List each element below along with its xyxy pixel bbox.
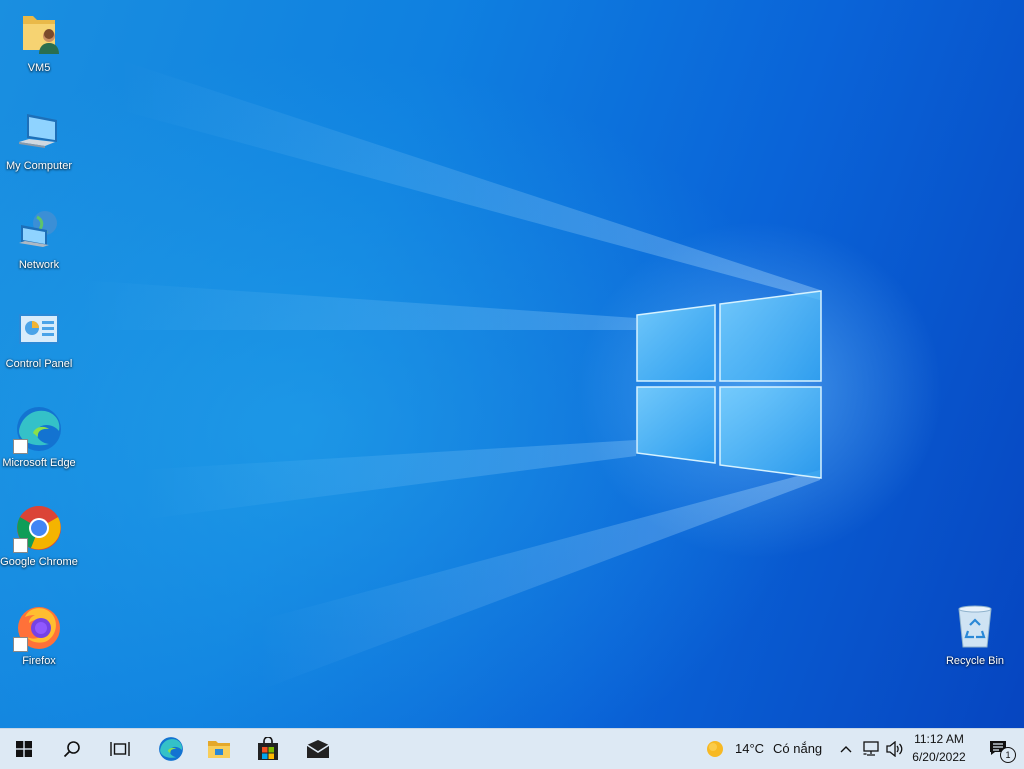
control-panel-icon <box>15 306 63 354</box>
store-icon <box>258 737 278 760</box>
desktop-icon-label: Recycle Bin <box>945 655 1005 667</box>
desktop-icon-label: Network <box>18 259 60 271</box>
edge-icon <box>159 737 183 761</box>
taskbar-file-explorer-button[interactable] <box>195 729 243 769</box>
desktop-icon-microsoft-edge[interactable]: Microsoft Edge <box>0 405 78 471</box>
volume-icon <box>886 741 903 757</box>
volume-button[interactable] <box>884 729 906 769</box>
desktop-icon-google-chrome[interactable]: Google Chrome <box>0 504 78 570</box>
network-icon <box>863 741 879 756</box>
clock-date: 6/20/2022 <box>912 750 966 764</box>
task-view-button[interactable] <box>96 729 144 769</box>
desktop-icon-label: VM5 <box>27 62 51 74</box>
windows-logo-wallpaper <box>636 290 822 479</box>
edge-icon <box>13 405 63 454</box>
desktop-background[interactable]: VM5 My Computer Network Control Panel Mi… <box>0 0 1024 728</box>
taskbar-edge-button[interactable] <box>147 729 195 769</box>
sun-icon <box>707 741 723 757</box>
taskbar-store-button[interactable] <box>244 729 292 769</box>
clock[interactable]: 11:12 AM 6/20/2022 <box>906 729 972 769</box>
desktop-icon-firefox[interactable]: Firefox <box>0 603 78 669</box>
shortcut-arrow-icon <box>13 439 28 454</box>
desktop-icon-label: My Computer <box>5 160 73 172</box>
start-button[interactable] <box>0 729 48 769</box>
computer-icon <box>15 108 63 156</box>
shortcut-arrow-icon <box>13 637 28 652</box>
desktop-icon-label: Firefox <box>22 655 56 667</box>
desktop-icon-vm5[interactable]: VM5 <box>0 10 78 76</box>
desktop-icon-label: Microsoft Edge <box>2 457 76 469</box>
search-icon <box>63 741 80 758</box>
mail-icon <box>306 740 330 758</box>
show-hidden-icons-button[interactable] <box>836 729 856 769</box>
weather-widget[interactable]: 14°C Có nắng <box>700 729 832 769</box>
chevron-up-icon <box>840 746 852 753</box>
weather-condition: Có nắng <box>773 741 823 756</box>
shortcut-arrow-icon <box>13 538 28 553</box>
action-center-button[interactable]: 1 <box>976 729 1024 769</box>
weather-temperature: 14°C <box>735 741 765 756</box>
file-explorer-icon <box>208 741 230 758</box>
firefox-icon <box>13 603 63 652</box>
desktop-icon-label: Control Panel <box>5 358 73 370</box>
desktop-icon-recycle-bin[interactable]: Recycle Bin <box>936 603 1014 669</box>
taskbar-mail-button[interactable] <box>294 729 342 769</box>
desktop-icon-network[interactable]: Network <box>0 207 78 273</box>
network-status-button[interactable] <box>860 729 884 769</box>
network-icon <box>15 207 63 255</box>
task-view-icon <box>110 742 130 756</box>
start-icon <box>16 741 32 757</box>
taskbar: 14°C Có nắng 11:12 AM 6/20/2022 1 <box>0 728 1024 769</box>
clock-time: 11:12 AM <box>914 732 964 746</box>
notification-count-badge: 1 <box>1000 747 1016 763</box>
desktop-icon-label: Google Chrome <box>0 556 78 568</box>
desktop-icon-my-computer[interactable]: My Computer <box>0 108 78 174</box>
search-button[interactable] <box>48 729 96 769</box>
desktop-icon-control-panel[interactable]: Control Panel <box>0 306 78 372</box>
user-folder-icon <box>15 10 63 58</box>
chrome-icon <box>13 504 63 553</box>
recycle-bin-icon <box>951 603 999 651</box>
